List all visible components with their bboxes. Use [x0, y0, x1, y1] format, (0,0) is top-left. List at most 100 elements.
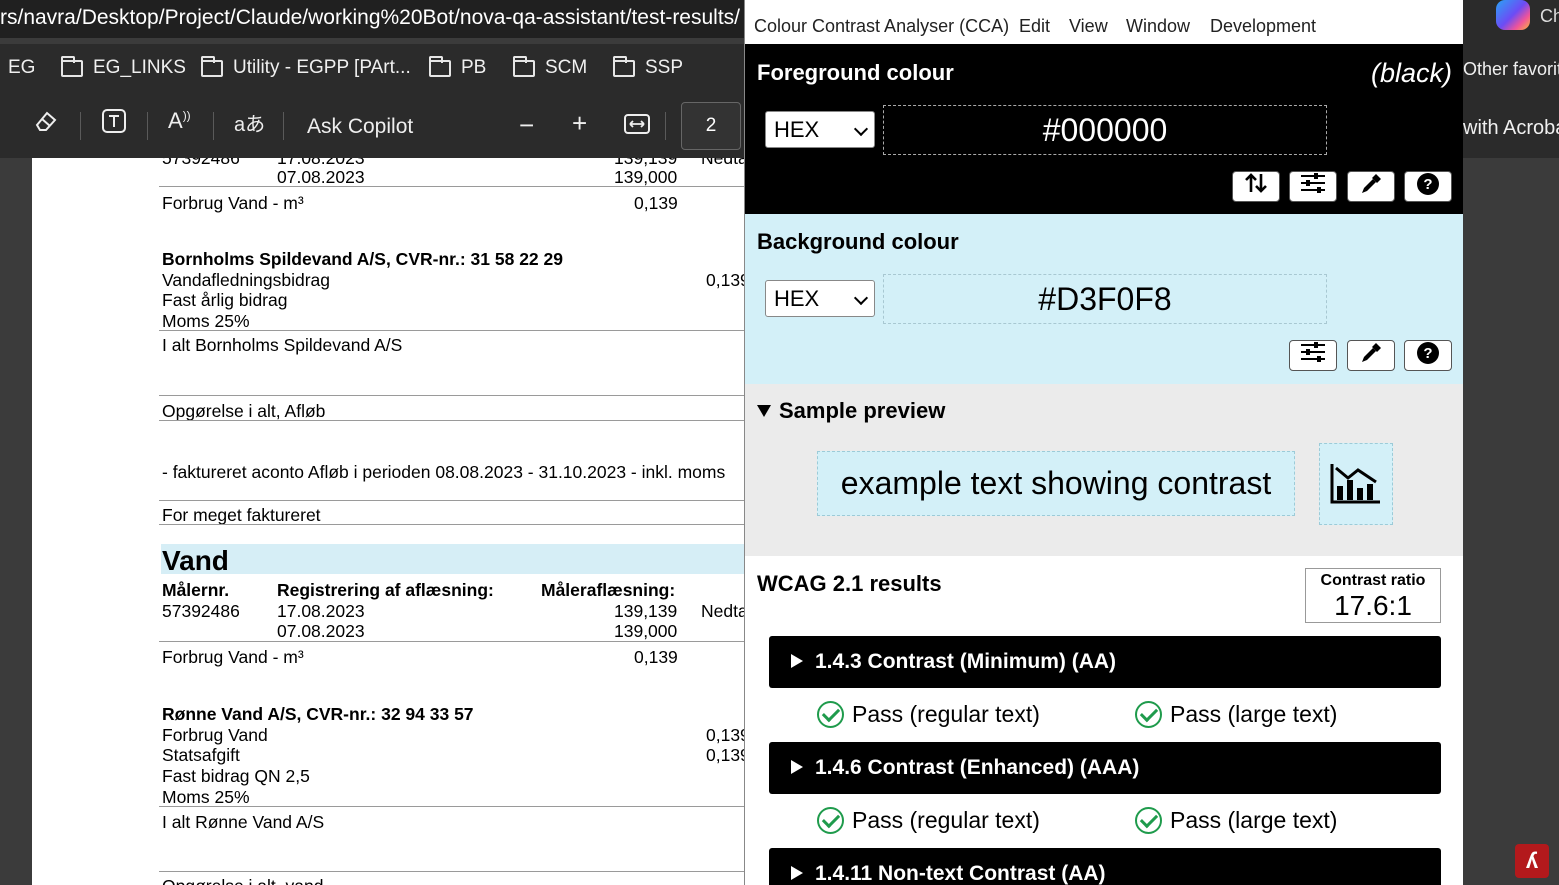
opgorelse-afloeb: Opgørelse i alt, Afløb: [162, 401, 326, 421]
format-value: HEX: [774, 286, 820, 311]
eyedropper-icon: [1362, 174, 1381, 193]
pass-label: Pass (regular text): [852, 807, 1040, 833]
menu-development[interactable]: Development: [1210, 16, 1316, 37]
criterion-label: 1.4.11 Non-text Contrast (AA): [815, 862, 1106, 885]
criterion-1-4-11[interactable]: 1.4.11 Non-text Contrast (AA): [769, 848, 1441, 885]
bookmark-label: EG_LINKS: [93, 57, 186, 78]
check-circle-icon: [1135, 701, 1162, 728]
menu-window[interactable]: Window: [1126, 16, 1190, 37]
background-help-button[interactable]: ?: [1404, 340, 1452, 371]
col-malernr: Målernr.: [162, 580, 230, 600]
bookmarks-bar: EG EG_LINKS Utility - EGPP [PArt... PB S…: [0, 44, 744, 94]
bookmark-label: SSP: [645, 57, 684, 78]
chevron-down-icon: [853, 290, 869, 306]
address-url: rs/navra/Desktop/Project/Claude/working%…: [0, 6, 741, 29]
contrast-ratio-value: 17.6:1: [1334, 590, 1412, 621]
bookmark-label: SCM: [545, 57, 588, 78]
menu-view[interactable]: View: [1069, 16, 1108, 37]
open-with-acrobat[interactable]: with Acroba: [1463, 94, 1559, 158]
copilot-icon[interactable]: [1496, 0, 1530, 30]
reading-value2: 139,000: [614, 621, 678, 641]
foreground-sliders-button[interactable]: [1289, 171, 1337, 202]
check-circle-icon: [817, 807, 844, 834]
foreground-help-button[interactable]: ?: [1404, 171, 1452, 202]
divider: [159, 871, 744, 872]
divider: [159, 524, 744, 525]
sample-preview-title: Sample preview: [779, 398, 946, 423]
bookmark-pb[interactable]: PB: [429, 55, 487, 79]
ronne-item: Statsafgift: [162, 745, 240, 765]
forbrug-vand: Forbrug Vand - m³: [162, 647, 304, 667]
sample-preview-toggle[interactable]: Sample preview: [757, 398, 945, 424]
swap-colours-button[interactable]: [1232, 171, 1280, 202]
sliders-icon: [1301, 342, 1325, 362]
foreground-section: Foreground colour (black) HEX #000000 ?: [745, 44, 1463, 214]
text-box-icon[interactable]: [101, 108, 127, 140]
tab-partial-label: Ch: [1540, 6, 1559, 26]
background-sliders-button[interactable]: [1289, 340, 1337, 371]
wcag-results-title: WCAG 2.1 results: [757, 571, 942, 596]
acrobat-icon[interactable]: ʎ: [1515, 844, 1549, 878]
background-format-select[interactable]: HEX: [765, 280, 875, 317]
sample-preview-section: Sample preview example text showing cont…: [745, 384, 1463, 556]
zoom-in-icon[interactable]: +: [572, 108, 587, 139]
criterion-1-4-3[interactable]: 1.4.3 Contrast (Minimum) (AA): [769, 636, 1441, 688]
triangle-right-icon: [791, 866, 803, 880]
divider: [159, 420, 744, 421]
address-bar[interactable]: rs/navra/Desktop/Project/Claude/working%…: [0, 0, 760, 38]
viewer-background-right: [1463, 158, 1559, 885]
screen: rs/navra/Desktop/Project/Claude/working%…: [0, 0, 1559, 885]
page-number-input[interactable]: 2: [681, 102, 741, 150]
menu-app-title[interactable]: Colour Contrast Analyser (CCA): [754, 16, 1009, 37]
translate-icon[interactable]: aあ: [234, 108, 265, 137]
aconto-line: - faktureret aconto Afløb i perioden 08.…: [162, 462, 726, 482]
contrast-ratio-box: Contrast ratio 17.6:1: [1305, 568, 1441, 623]
folder-icon: [613, 55, 635, 77]
foreground-format-select[interactable]: HEX: [765, 111, 875, 148]
criterion-1-4-6[interactable]: 1.4.6 Contrast (Enhanced) (AAA): [769, 742, 1441, 794]
menu-edit[interactable]: Edit: [1019, 16, 1050, 37]
bookmark-label: PB: [461, 57, 487, 78]
toolbar-divider: [283, 112, 284, 140]
folder-icon: [513, 55, 535, 77]
for-meget-faktureret: For meget faktureret: [162, 505, 321, 525]
folder-icon: [61, 55, 83, 77]
foreground-hex-input[interactable]: #000000: [883, 105, 1327, 155]
check-circle-icon: [1135, 807, 1162, 834]
bookmark-ssp[interactable]: SSP: [613, 55, 684, 79]
bookmark-eg[interactable]: EG: [8, 57, 35, 79]
background-hex-input[interactable]: #D3F0F8: [883, 274, 1327, 324]
foreground-eyedropper-button[interactable]: [1347, 171, 1395, 202]
spildevand-heading: Bornholms Spildevand A/S, CVR-nr.: 31 58…: [162, 249, 563, 269]
bookmark-eg-links[interactable]: EG_LINKS: [61, 55, 186, 79]
ask-copilot-button[interactable]: Ask Copilot: [307, 115, 413, 139]
foreground-title: Foreground colour: [757, 60, 954, 85]
doc-status-partial: Nedta: [701, 158, 744, 168]
zoom-out-icon[interactable]: −: [519, 110, 534, 141]
bookmark-scm[interactable]: SCM: [513, 55, 588, 79]
bookmark-utility[interactable]: Utility - EGPP [PArt...: [201, 55, 411, 79]
fit-width-icon[interactable]: [624, 114, 650, 140]
opgorelse-vand-partial: Opgørelse i alt, vand: [162, 876, 323, 885]
ronne-item: Forbrug Vand: [162, 725, 268, 745]
eraser-icon[interactable]: [33, 108, 59, 140]
help-icon: ?: [1417, 173, 1439, 195]
background-eyedropper-button[interactable]: [1347, 340, 1395, 371]
read-aloud-icon[interactable]: A)): [168, 108, 191, 134]
format-value: HEX: [774, 117, 820, 142]
browser-top-right: Ch: [1463, 0, 1559, 44]
triangle-right-icon: [791, 760, 803, 774]
sample-chart-button[interactable]: [1319, 443, 1393, 525]
chevron-down-icon: [853, 121, 869, 137]
cca-menubar: Colour Contrast Analyser (CCA) Edit View…: [745, 6, 1463, 44]
bookmarks-overflow[interactable]: Other favorite: [1463, 44, 1559, 94]
triangle-right-icon: [791, 654, 803, 668]
chart-icon: [1330, 464, 1380, 504]
divider: [159, 330, 744, 331]
sample-text: example text showing contrast: [817, 451, 1295, 516]
ronne-val: 0,139: [706, 725, 744, 745]
bookmarks-overflow-label: Other favorite: [1463, 59, 1559, 79]
reading-value1: 139,139: [614, 601, 678, 621]
contrast-ratio-label: Contrast ratio: [1320, 572, 1426, 589]
ronne-total: I alt Rønne Vand A/S: [162, 812, 325, 832]
